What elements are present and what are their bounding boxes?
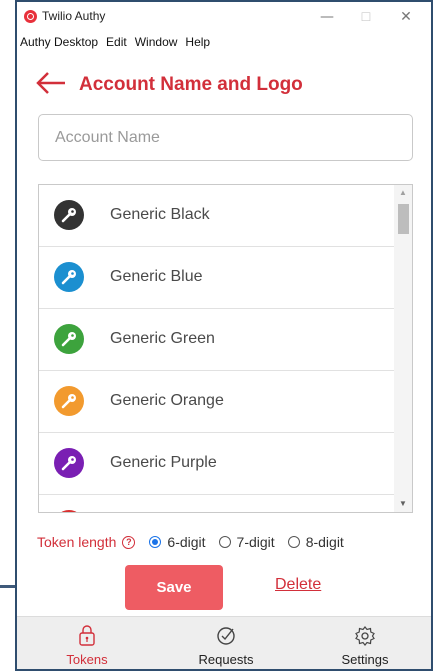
logo-list-item[interactable] [39,495,394,512]
close-button[interactable]: ✕ [391,6,421,28]
lock-icon [79,625,95,646]
account-name-input[interactable] [38,114,413,161]
logo-label: Generic Blue [110,268,203,285]
logo-label: Generic Purple [110,454,217,471]
back-arrow-icon[interactable] [35,70,67,96]
radio-6-digit[interactable]: 6-digit [149,534,206,550]
minimize-button[interactable]: — [312,6,342,28]
menu-authy-desktop[interactable]: Authy Desktop [17,32,102,52]
logo-list-item[interactable]: Generic Green [39,309,394,371]
scroll-down-arrow-icon[interactable]: ▼ [394,496,412,512]
save-button[interactable]: Save [125,565,223,610]
radio-8-digit[interactable]: 8-digit [287,534,344,550]
menu-bar: Authy Desktop Edit Window Help [17,32,431,52]
key-icon [54,386,84,416]
tab-requests[interactable]: Requests [156,617,296,669]
logo-label: Generic Orange [110,392,224,409]
radio-7-digit[interactable]: 7-digit [218,534,275,550]
logo-list-item[interactable]: Generic Blue [39,247,394,309]
logo-label: Generic Green [110,330,215,347]
token-length-row: Token length ? 6-digit 7-digit 8-digit [37,532,427,552]
authy-logo-icon [24,10,37,23]
key-icon [54,324,84,354]
logo-list-items: Generic Black Generic Blue Generic Green Ge… [39,185,394,512]
radio-button[interactable] [287,536,300,548]
tab-tokens[interactable]: Tokens [17,617,157,669]
menu-edit[interactable]: Edit [102,32,131,52]
logo-list: Generic Black Generic Blue Generic Green Ge… [38,184,413,513]
check-circle-icon [217,627,235,645]
key-icon [54,448,84,478]
page-title: Account Name and Logo [79,74,303,95]
logo-list-item[interactable]: Generic Black [39,185,394,247]
help-icon[interactable]: ? [122,535,136,549]
menu-window[interactable]: Window [131,32,182,52]
maximize-button[interactable]: ☐ [351,6,381,28]
tab-tokens-label: Tokens [66,652,108,667]
title-bar: Twilio Authy — ☐ ✕ [17,2,431,32]
token-length-label: Token length [37,534,117,550]
bottom-tab-bar: Tokens Requests Settings [17,616,431,669]
logo-list-item[interactable]: Generic Purple [39,433,394,495]
key-icon [54,262,84,292]
radio-label: 7-digit [236,534,275,550]
key-icon [54,510,84,512]
tab-settings[interactable]: Settings [295,617,431,669]
radio-button[interactable] [218,536,231,548]
key-icon [54,200,84,230]
delete-link[interactable]: Delete [275,576,321,594]
scroll-up-arrow-icon[interactable]: ▲ [394,185,412,201]
tab-requests-label: Requests [198,652,254,667]
window-title: Twilio Authy [42,9,106,23]
radio-label: 6-digit [167,534,206,550]
page-header: Account Name and Logo [17,66,431,102]
menu-help[interactable]: Help [181,32,214,52]
logo-list-item[interactable]: Generic Orange [39,371,394,433]
radio-label: 8-digit [305,534,344,550]
radio-button[interactable] [149,536,162,548]
list-scrollbar[interactable]: ▲ ▼ [394,185,412,512]
tab-settings-label: Settings [341,652,389,667]
logo-label: Generic Black [110,206,210,223]
scroll-thumb[interactable] [398,204,409,234]
gear-icon [355,626,375,646]
app-window: Twilio Authy — ☐ ✕ Authy Desktop Edit Wi… [15,0,433,671]
